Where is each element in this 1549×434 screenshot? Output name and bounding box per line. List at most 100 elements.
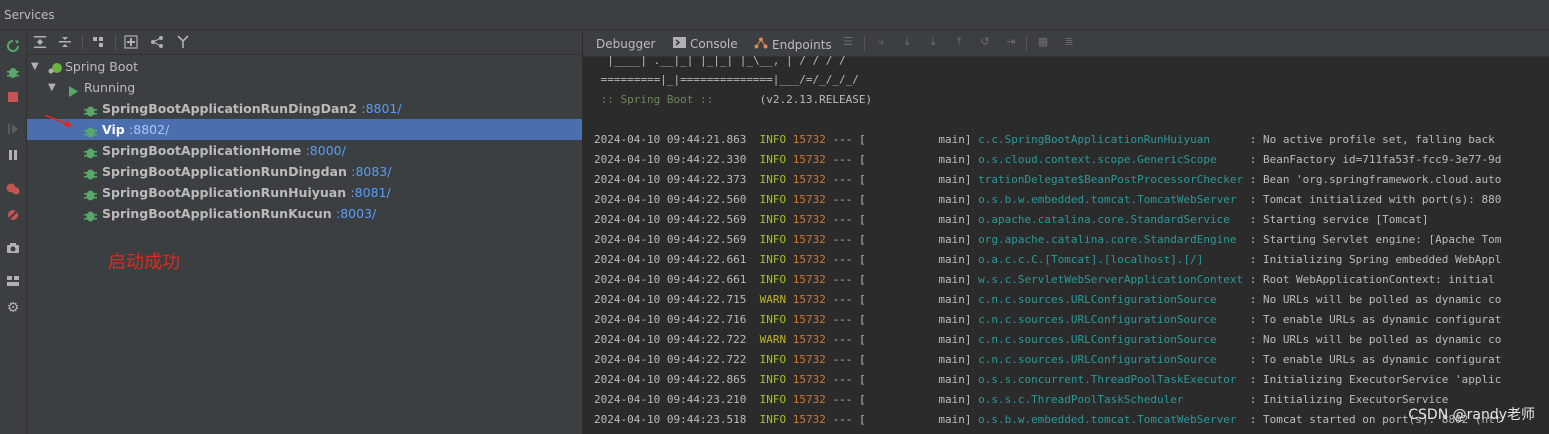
expand-arrow-icon[interactable]: ▼: [48, 77, 56, 98]
running-label: Running: [84, 80, 136, 95]
step-over-icon[interactable]: ⤓: [900, 35, 914, 49]
log-thread: main: [865, 233, 965, 246]
service-row[interactable]: SpringBootApplicationRunKucun :8003/: [27, 203, 582, 224]
log-pid: 15732: [792, 153, 826, 166]
log-timestamp: 2024-04-10 09:44:22.865: [594, 373, 760, 386]
log-message: : Tomcat initialized with port(s): 880: [1243, 193, 1502, 206]
tab-console[interactable]: Console: [673, 37, 738, 51]
tab-endpoints[interactable]: Endpoints: [754, 37, 832, 52]
log-thread: main: [865, 273, 965, 286]
service-label: SpringBootApplicationRunKucun :8003/: [102, 203, 376, 224]
log-logger: org.apache.catalina.core.StandardEngine: [978, 233, 1244, 246]
console-output[interactable]: |____| .__|_| |_|_| |_\__, | / / / / ===…: [594, 54, 1501, 426]
step-into-icon[interactable]: ⤓: [926, 35, 940, 49]
log-line: 2024-04-10 09:44:23.518 INFO 15732 --- […: [594, 410, 1501, 430]
camera-icon[interactable]: [5, 240, 21, 256]
bug-icon: [84, 207, 97, 222]
log-logger: o.s.s.concurrent.ThreadPoolTaskExecutor: [978, 373, 1244, 386]
drop-frame-icon[interactable]: ↺: [978, 35, 992, 49]
service-port-link[interactable]: :8000/: [306, 143, 346, 158]
log-sep: ]: [964, 133, 979, 146]
service-port-link[interactable]: :8081/: [350, 185, 390, 200]
tab-debugger[interactable]: Debugger: [596, 37, 655, 51]
log-timestamp: 2024-04-10 09:44:23.518: [594, 413, 760, 426]
service-row[interactable]: SpringBootApplicationRunHuiyuan :8081/: [27, 182, 582, 203]
log-timestamp: 2024-04-10 09:44:22.569: [594, 233, 760, 246]
watermark: CSDN @randy老师: [1408, 407, 1535, 423]
log-thread: main: [865, 133, 965, 146]
settings-gear-icon[interactable]: ⚙: [5, 300, 21, 316]
log-sep: --- [: [825, 293, 866, 306]
log-logger: trationDelegate$BeanPostProcessorChecker: [978, 173, 1244, 186]
show-execution-point-icon[interactable]: ⤷: [874, 35, 888, 49]
tab-debugger-label: Debugger: [596, 37, 656, 51]
log-sep: --- [: [825, 273, 866, 286]
tree-node-running[interactable]: ▼ Running: [27, 77, 582, 98]
console-pane: Debugger Console Endpoints ☰ ⤷ ⤓ ⤓ ⤒ ↺ ⇥…: [583, 30, 1549, 434]
log-pid: 15732: [792, 373, 826, 386]
service-port-link[interactable]: :8802/: [129, 122, 169, 137]
evaluate-expression-icon[interactable]: ▦: [1036, 35, 1050, 49]
mute-breakpoints-icon[interactable]: [5, 207, 21, 223]
log-line: 2024-04-10 09:44:22.661 INFO 15732 --- […: [594, 270, 1495, 290]
log-logger: c.n.c.sources.URLConfigurationSource: [978, 353, 1244, 366]
log-logger: c.n.c.sources.URLConfigurationSource: [978, 333, 1244, 346]
menu-lines-icon[interactable]: ☰: [841, 35, 855, 49]
group-by-icon[interactable]: [91, 34, 107, 50]
log-timestamp: 2024-04-10 09:44:22.661: [594, 253, 760, 266]
service-row[interactable]: SpringBootApplicationRunDingDan2 :8801/: [27, 98, 582, 119]
run-to-cursor-icon[interactable]: ⇥: [1004, 35, 1018, 49]
tree-toolbar: [27, 30, 582, 55]
log-sep: --- [: [825, 153, 866, 166]
log-sep: ]: [964, 233, 979, 246]
log-message: : Initializing ExecutorService 'applic: [1243, 373, 1502, 386]
collapse-all-icon[interactable]: [57, 34, 73, 50]
view-breakpoints-icon[interactable]: [5, 181, 21, 197]
debug-icon[interactable]: [5, 64, 21, 80]
log-level: INFO: [759, 173, 793, 186]
annotation-text: 启动成功: [108, 252, 180, 273]
step-out-icon[interactable]: ⤒: [952, 35, 966, 49]
trace-stream-icon[interactable]: ≣: [1062, 35, 1076, 49]
log-sep: ]: [964, 333, 979, 346]
log-message: : No URLs will be polled as dynamic co: [1243, 293, 1502, 306]
log-line: 2024-04-10 09:44:22.865 INFO 15732 --- […: [594, 370, 1501, 390]
log-thread: main: [865, 213, 965, 226]
log-level: INFO: [759, 233, 793, 246]
log-pid: 15732: [792, 133, 826, 146]
filter-icon[interactable]: [175, 34, 191, 50]
resume-icon[interactable]: [5, 121, 21, 137]
log-sep: ]: [964, 213, 979, 226]
rerun-icon[interactable]: [5, 38, 21, 54]
log-sep: ]: [964, 373, 979, 386]
service-label: SpringBootApplicationRunDingdan :8083/: [102, 161, 391, 182]
service-row[interactable]: Vip :8802/: [27, 119, 582, 140]
service-row[interactable]: SpringBootApplicationHome :8000/: [27, 140, 582, 161]
stop-icon[interactable]: [5, 89, 21, 105]
log-line: 2024-04-10 09:44:22.330 INFO 15732 --- […: [594, 150, 1501, 170]
log-sep: ]: [964, 253, 979, 266]
bug-icon: [84, 123, 97, 138]
log-line: 2024-04-10 09:44:22.569 INFO 15732 --- […: [594, 230, 1501, 250]
service-label: SpringBootApplicationRunHuiyuan :8081/: [102, 182, 391, 203]
service-port-link[interactable]: :8801/: [361, 101, 401, 116]
layout-icon[interactable]: [5, 273, 21, 289]
services-titlebar: Services: [0, 0, 1549, 30]
expand-all-icon[interactable]: [32, 34, 48, 50]
service-port-link[interactable]: :8003/: [336, 206, 376, 221]
log-logger: o.s.s.c.ThreadPoolTaskScheduler: [978, 393, 1244, 406]
expand-arrow-icon[interactable]: ▼: [31, 56, 39, 77]
tree-structure-icon[interactable]: [149, 34, 165, 50]
log-timestamp: 2024-04-10 09:44:22.661: [594, 273, 760, 286]
service-name: SpringBootApplicationHome: [102, 143, 302, 158]
service-port-link[interactable]: :8083/: [351, 164, 391, 179]
tree-node-spring-boot[interactable]: ▼ Spring Boot: [27, 56, 582, 77]
log-level: INFO: [759, 213, 793, 226]
pause-icon[interactable]: [5, 147, 21, 163]
log-thread: main: [865, 313, 965, 326]
add-service-icon[interactable]: [123, 34, 139, 50]
log-sep: ]: [964, 413, 979, 426]
service-row[interactable]: SpringBootApplicationRunDingdan :8083/: [27, 161, 582, 182]
log-thread: main: [865, 193, 965, 206]
log-level: INFO: [759, 153, 793, 166]
